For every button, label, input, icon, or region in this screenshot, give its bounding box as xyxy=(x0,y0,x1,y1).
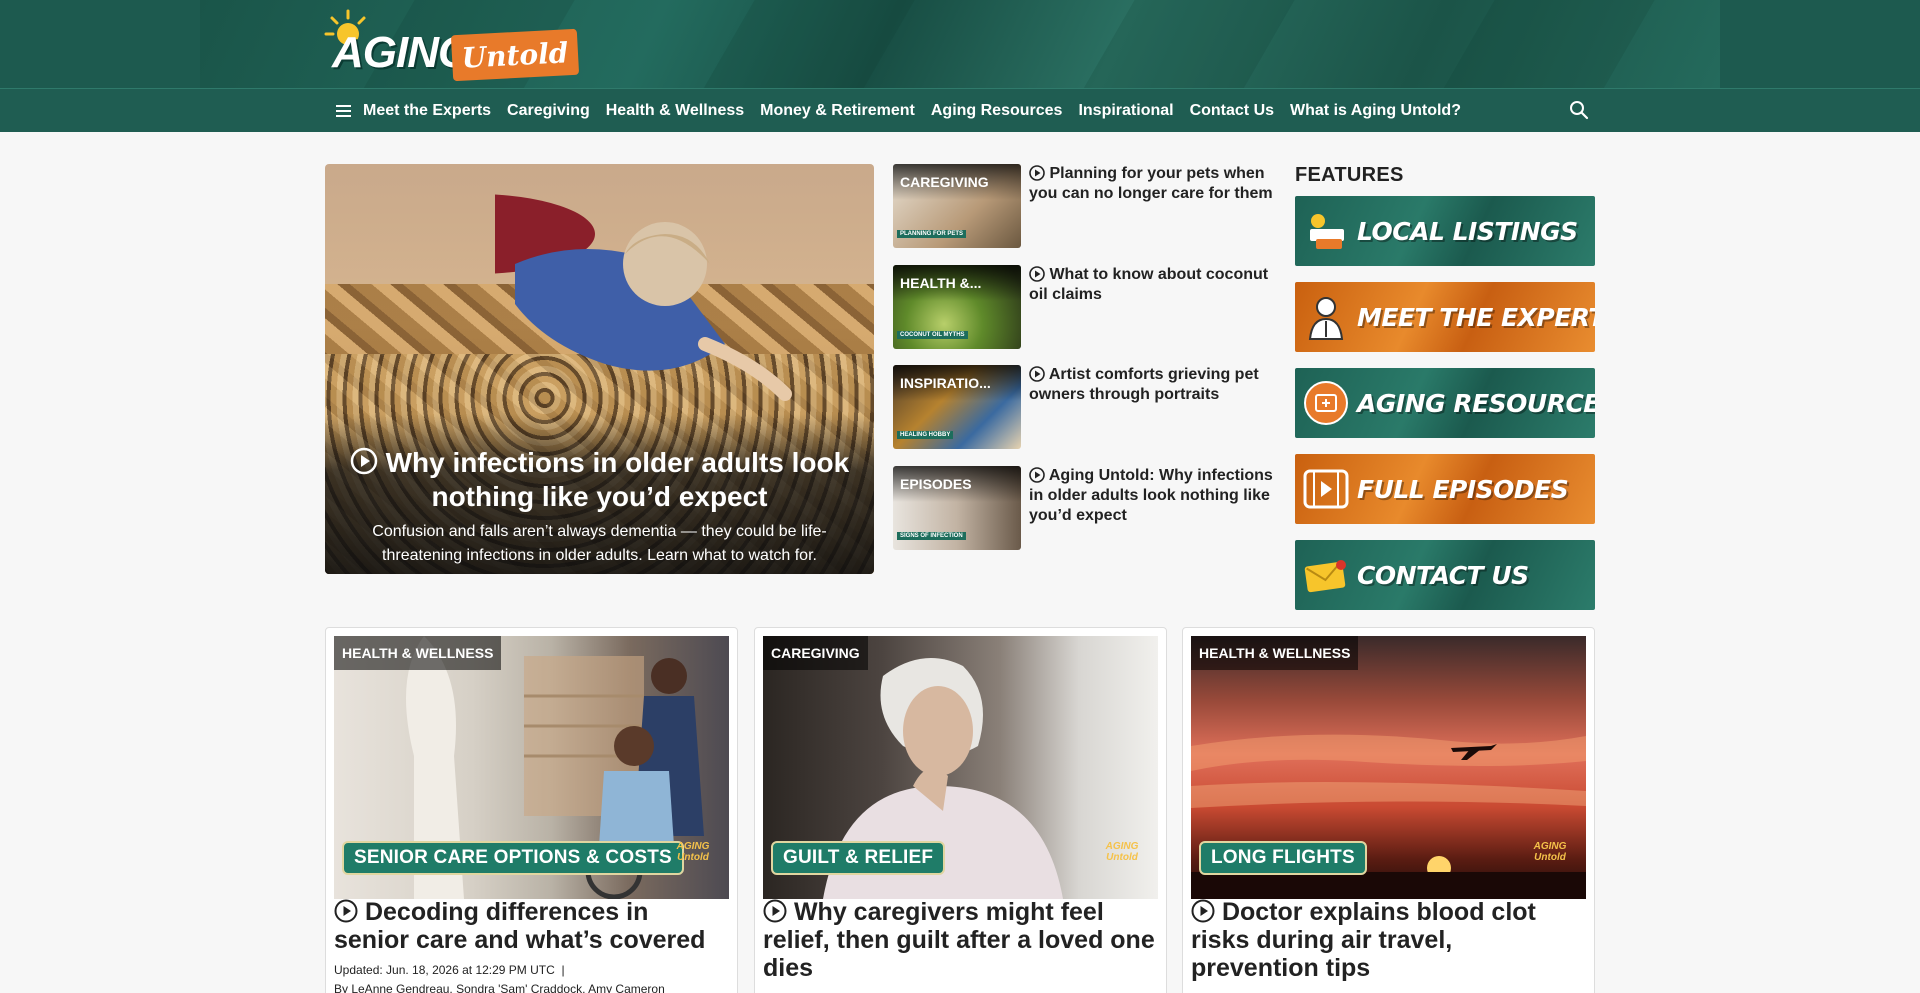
side-story-tag: COCONUT OIL MYTHS xyxy=(897,331,968,339)
aging-untold-watermark-icon: AGING Untold xyxy=(676,841,710,863)
nav-money-retirement[interactable]: Money & Retirement xyxy=(760,102,915,120)
nav-contact-us[interactable]: Contact Us xyxy=(1190,102,1274,120)
hero-title[interactable]: Why infections in older adults look noth… xyxy=(345,446,854,514)
side-story[interactable]: EPISODES SIGNS OF INFECTION Aging Untold… xyxy=(893,466,1278,550)
article-card-byline: By LeAnne Gendreau, Sondra 'Sam' Craddoc… xyxy=(334,982,665,993)
site-header: AGING Untold xyxy=(0,0,1920,88)
nav-what-is-aging-untold[interactable]: What is Aging Untold? xyxy=(1290,102,1461,120)
aging-untold-watermark-icon: AGING Untold xyxy=(1105,841,1139,863)
hero-story[interactable]: Why infections in older adults look noth… xyxy=(325,164,874,574)
article-card-badge: GUILT & RELIEF xyxy=(771,841,946,875)
side-story[interactable]: CAREGIVING PLANNING FOR PETS Planning fo… xyxy=(893,164,1278,248)
play-icon xyxy=(1191,899,1215,923)
expert-person-icon xyxy=(1301,292,1351,342)
search-icon[interactable] xyxy=(1568,99,1590,121)
side-story[interactable]: HEALTH &... COCONUT OIL MYTHS What to kn… xyxy=(893,265,1278,349)
feature-meet-the-experts[interactable]: MEET THE EXPERTS xyxy=(1295,282,1595,352)
article-card-badge: SENIOR CARE OPTIONS & COSTS xyxy=(342,841,684,875)
play-icon xyxy=(350,447,378,475)
hero-image xyxy=(495,194,792,401)
side-story-tag: PLANNING FOR PETS xyxy=(897,230,967,238)
article-card[interactable]: CAREGIVING GUILT & RELIEF AGING Untold Wh… xyxy=(754,627,1167,993)
nav-meet-the-experts[interactable]: Meet the Experts xyxy=(363,102,491,120)
feature-contact-us[interactable]: CONTACT US xyxy=(1295,540,1595,610)
play-icon xyxy=(1029,467,1045,483)
article-card-title[interactable]: Doctor explains blood clot risks during … xyxy=(1191,898,1586,982)
film-play-icon xyxy=(1301,464,1351,514)
hero-title-text: Why infections in older adults look noth… xyxy=(385,447,850,512)
side-story-category: INSPIRATIO... xyxy=(893,365,1021,401)
side-story-thumbnail[interactable]: HEALTH &... COCONUT OIL MYTHS xyxy=(893,265,1021,349)
side-story[interactable]: INSPIRATIO... HEALING HOBBY Artist comfo… xyxy=(893,365,1278,449)
features-heading: FEATURES xyxy=(1295,164,1404,186)
play-icon xyxy=(1029,366,1045,382)
envelope-icon xyxy=(1301,550,1351,600)
nav-caregiving[interactable]: Caregiving xyxy=(507,102,590,120)
nav-aging-resources[interactable]: Aging Resources xyxy=(931,102,1063,120)
article-card-category[interactable]: HEALTH & WELLNESS xyxy=(1191,636,1359,670)
article-card-badge: LONG FLIGHTS xyxy=(1199,841,1367,875)
side-story-thumbnail[interactable]: CAREGIVING PLANNING FOR PETS xyxy=(893,164,1021,248)
article-card-updated: Updated: Jun. 18, 2026 at 12:29 PM UTC | xyxy=(334,963,565,977)
side-story-title[interactable]: Aging Untold: Why infections in older ad… xyxy=(1029,466,1279,526)
side-story-thumbnail[interactable]: EPISODES SIGNS OF INFECTION xyxy=(893,466,1021,550)
nav-health-wellness[interactable]: Health & Wellness xyxy=(606,102,744,120)
side-story-title[interactable]: Artist comforts grieving pet owners thro… xyxy=(1029,365,1279,405)
play-icon xyxy=(1029,165,1045,181)
article-card-title[interactable]: Decoding differences in senior care and … xyxy=(334,898,729,954)
side-story-thumbnail[interactable]: INSPIRATIO... HEALING HOBBY xyxy=(893,365,1021,449)
article-card-title[interactable]: Why caregivers might feel relief, then g… xyxy=(763,898,1158,982)
aging-untold-watermark-icon: AGING Untold xyxy=(1533,841,1567,863)
logo-word-untold: Untold xyxy=(450,28,580,82)
feature-full-episodes[interactable]: FULL EPISODES xyxy=(1295,454,1595,524)
play-icon xyxy=(1029,266,1045,282)
nav-inspirational[interactable]: Inspirational xyxy=(1078,102,1173,120)
side-story-category: HEALTH &... xyxy=(893,265,1021,301)
side-story-category: EPISODES xyxy=(893,466,1021,502)
hero-subtitle: Confusion and falls aren’t always dement… xyxy=(372,523,827,564)
hamburger-menu-icon[interactable] xyxy=(325,89,363,133)
article-card[interactable]: HEALTH & WELLNESS LONG FLIGHTS AGING Unto… xyxy=(1182,627,1595,993)
side-story-title[interactable]: Planning for your pets when you can no l… xyxy=(1029,164,1279,204)
article-card-category[interactable]: HEALTH & WELLNESS xyxy=(334,636,502,670)
logo-word-aging: AGING xyxy=(332,28,472,77)
feature-aging-resources[interactable]: AGING RESOURCES xyxy=(1295,368,1595,438)
side-story-title[interactable]: What to know about coconut oil claims xyxy=(1029,265,1279,305)
main-nav: Meet the Experts Caregiving Health & Wel… xyxy=(0,88,1920,132)
article-card-image[interactable]: HEALTH & WELLNESS LONG FLIGHTS AGING Unto… xyxy=(1191,636,1586,899)
side-story-category: CAREGIVING xyxy=(893,164,1021,200)
article-card-category[interactable]: CAREGIVING xyxy=(763,636,868,670)
site-logo[interactable]: AGING Untold xyxy=(322,6,582,82)
article-card-image[interactable]: CAREGIVING GUILT & RELIEF AGING Untold xyxy=(763,636,1158,899)
play-icon xyxy=(334,899,358,923)
side-story-tag: SIGNS OF INFECTION xyxy=(897,532,966,540)
play-icon xyxy=(763,899,787,923)
aging-untold-logo-icon xyxy=(1301,206,1351,256)
feature-local-listings[interactable]: LOCAL LISTINGS xyxy=(1295,196,1595,266)
resource-box-icon xyxy=(1301,378,1351,428)
article-card-image[interactable]: HEALTH & WELLNESS SENIOR CARE OPTIONS & … xyxy=(334,636,729,899)
side-story-tag: HEALING HOBBY xyxy=(897,431,954,439)
article-card[interactable]: HEALTH & WELLNESS SENIOR CARE OPTIONS & … xyxy=(325,627,738,993)
